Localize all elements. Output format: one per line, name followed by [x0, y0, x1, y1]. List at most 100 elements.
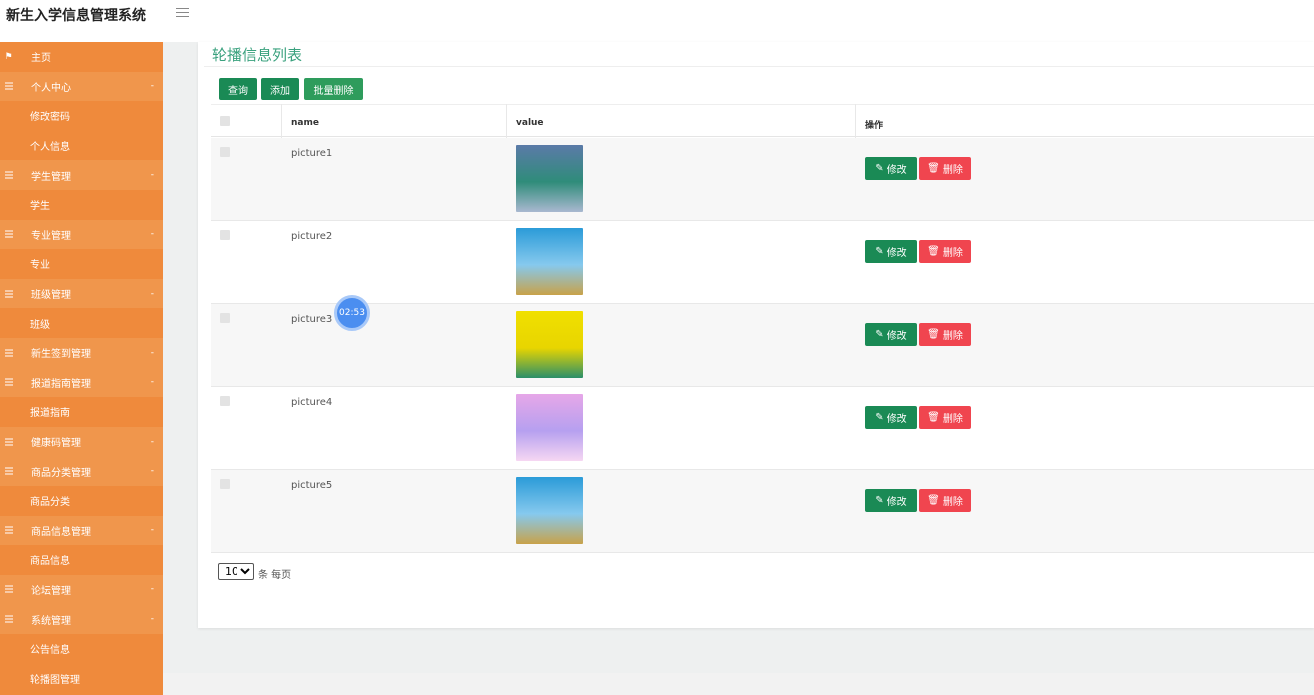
- sidebar-item-label: 学生管理: [31, 171, 71, 183]
- collapse-icon: -: [150, 229, 154, 240]
- list-icon: [5, 230, 13, 238]
- collapse-icon: -: [150, 377, 154, 388]
- list-icon: [5, 82, 13, 90]
- sidebar-item-label: 学生: [30, 201, 50, 213]
- sidebar-item-label: 公告信息: [30, 645, 70, 657]
- picture-thumbnail: [516, 145, 583, 212]
- edit-button[interactable]: ✎ 修改: [865, 489, 917, 512]
- sidebar-item-16[interactable]: 商品信息管理 -: [0, 515, 163, 546]
- list-icon: [5, 467, 13, 475]
- list-icon: [5, 349, 13, 357]
- sidebar-item-21[interactable]: 轮播图管理: [0, 663, 163, 694]
- sidebar-item-18[interactable]: 论坛管理 -: [0, 574, 163, 605]
- collapse-icon: -: [150, 288, 154, 299]
- row-checkbox[interactable]: [220, 479, 230, 489]
- sidebar-item-10[interactable]: 新生签到管理 -: [0, 337, 163, 368]
- cell-name: picture5: [291, 480, 333, 491]
- delete-label: 删除: [942, 331, 963, 342]
- add-button[interactable]: 添加: [261, 78, 299, 100]
- query-button[interactable]: 查询: [219, 78, 257, 100]
- sidebar-item-0[interactable]: ⚑ 主页: [0, 42, 163, 72]
- page-size-label: 条 每页: [258, 570, 292, 581]
- edit-icon: ✎: [875, 329, 884, 340]
- sidebar-item-label: 商品信息管理: [31, 526, 91, 538]
- edit-label: 修改: [886, 331, 907, 342]
- menu-toggle-icon[interactable]: [176, 8, 189, 18]
- delete-button[interactable]: 🗑 删除: [919, 157, 971, 180]
- edit-button[interactable]: ✎ 修改: [865, 240, 917, 263]
- sidebar-item-label: 班级: [30, 319, 50, 331]
- sidebar-item-label: 系统管理: [31, 615, 71, 627]
- carousel-list-panel: 轮播信息列表 查询 添加 批量删除 name value 操作 picture1…: [198, 42, 1314, 628]
- sidebar-item-label: 商品分类管理: [31, 467, 91, 479]
- top-bar: 新生入学信息管理系统: [0, 0, 1314, 42]
- sidebar-item-2[interactable]: 修改密码: [0, 101, 163, 131]
- collapse-icon: -: [150, 525, 154, 536]
- sidebar-item-1[interactable]: 个人中心 -: [0, 71, 163, 102]
- column-header-name: name: [291, 118, 319, 128]
- list-icon: [5, 171, 13, 179]
- sidebar-item-8[interactable]: 班级管理 -: [0, 278, 163, 309]
- edit-button[interactable]: ✎ 修改: [865, 157, 917, 180]
- trash-icon: 🗑: [927, 246, 940, 257]
- select-all-checkbox[interactable]: [220, 116, 230, 126]
- list-icon: [5, 290, 13, 298]
- edit-icon: ✎: [875, 412, 884, 423]
- batch-delete-button[interactable]: 批量删除: [304, 78, 363, 100]
- trash-icon: 🗑: [927, 412, 940, 423]
- table-row: picture3 ✎ 修改 🗑 删除: [211, 304, 1314, 387]
- sidebar-item-15[interactable]: 商品分类: [0, 485, 163, 516]
- table-row: picture5 ✎ 修改 🗑 删除: [211, 470, 1314, 553]
- delete-label: 删除: [942, 165, 963, 176]
- sidebar-item-13[interactable]: 健康码管理 -: [0, 426, 163, 457]
- sidebar-item-6[interactable]: 专业管理 -: [0, 219, 163, 250]
- sidebar-item-14[interactable]: 商品分类管理 -: [0, 456, 163, 486]
- app-title: 新生入学信息管理系统: [6, 8, 146, 24]
- delete-button[interactable]: 🗑 删除: [919, 489, 971, 512]
- cell-name: picture4: [291, 397, 333, 408]
- edit-label: 修改: [886, 414, 907, 425]
- sidebar-item-label: 专业管理: [31, 230, 71, 242]
- row-checkbox[interactable]: [220, 230, 230, 240]
- delete-button[interactable]: 🗑 删除: [919, 406, 971, 429]
- edit-button[interactable]: ✎ 修改: [865, 323, 917, 346]
- sidebar-item-label: 轮播图管理: [30, 674, 80, 686]
- page-size-select[interactable]: 10: [218, 563, 254, 580]
- footer: [163, 673, 1314, 695]
- list-icon: [5, 615, 13, 623]
- sidebar-item-5[interactable]: 学生: [0, 189, 163, 220]
- sidebar-item-12[interactable]: 报道指南: [0, 397, 163, 427]
- edit-button[interactable]: ✎ 修改: [865, 406, 917, 429]
- collapse-icon: -: [150, 584, 154, 595]
- sidebar-item-9[interactable]: 班级: [0, 308, 163, 338]
- sidebar-item-4[interactable]: 学生管理 -: [0, 160, 163, 190]
- table-row: picture4 ✎ 修改 🗑 删除: [211, 387, 1314, 470]
- picture-thumbnail: [516, 477, 583, 544]
- cell-name: picture1: [291, 148, 333, 159]
- sidebar-item-17[interactable]: 商品信息: [0, 545, 163, 575]
- sidebar-item-19[interactable]: 系统管理 -: [0, 604, 163, 634]
- collapse-icon: -: [150, 466, 154, 477]
- sidebar-item-3[interactable]: 个人信息: [0, 130, 163, 161]
- sidebar-item-label: 主页: [31, 53, 51, 65]
- page-title: 轮播信息列表: [212, 46, 303, 64]
- delete-label: 删除: [942, 414, 963, 425]
- sidebar-item-label: 个人信息: [30, 142, 70, 154]
- row-checkbox[interactable]: [220, 313, 230, 323]
- delete-button[interactable]: 🗑 删除: [919, 240, 971, 263]
- sidebar-item-7[interactable]: 专业: [0, 249, 163, 279]
- timer-badge: 02:53: [334, 295, 370, 331]
- edit-icon: ✎: [875, 163, 884, 174]
- delete-button[interactable]: 🗑 删除: [919, 323, 971, 346]
- edit-label: 修改: [886, 248, 907, 259]
- sidebar-item-20[interactable]: 公告信息: [0, 633, 163, 664]
- row-checkbox[interactable]: [220, 147, 230, 157]
- sidebar-item-11[interactable]: 报道指南管理 -: [0, 367, 163, 398]
- collapse-icon: -: [150, 436, 154, 447]
- sidebar-item-label: 商品分类: [30, 497, 70, 509]
- row-checkbox[interactable]: [220, 396, 230, 406]
- sidebar-item-label: 新生签到管理: [31, 349, 91, 361]
- column-header-actions: 操作: [865, 121, 884, 131]
- sidebar-item-label: 修改密码: [30, 112, 70, 124]
- list-icon: [5, 378, 13, 386]
